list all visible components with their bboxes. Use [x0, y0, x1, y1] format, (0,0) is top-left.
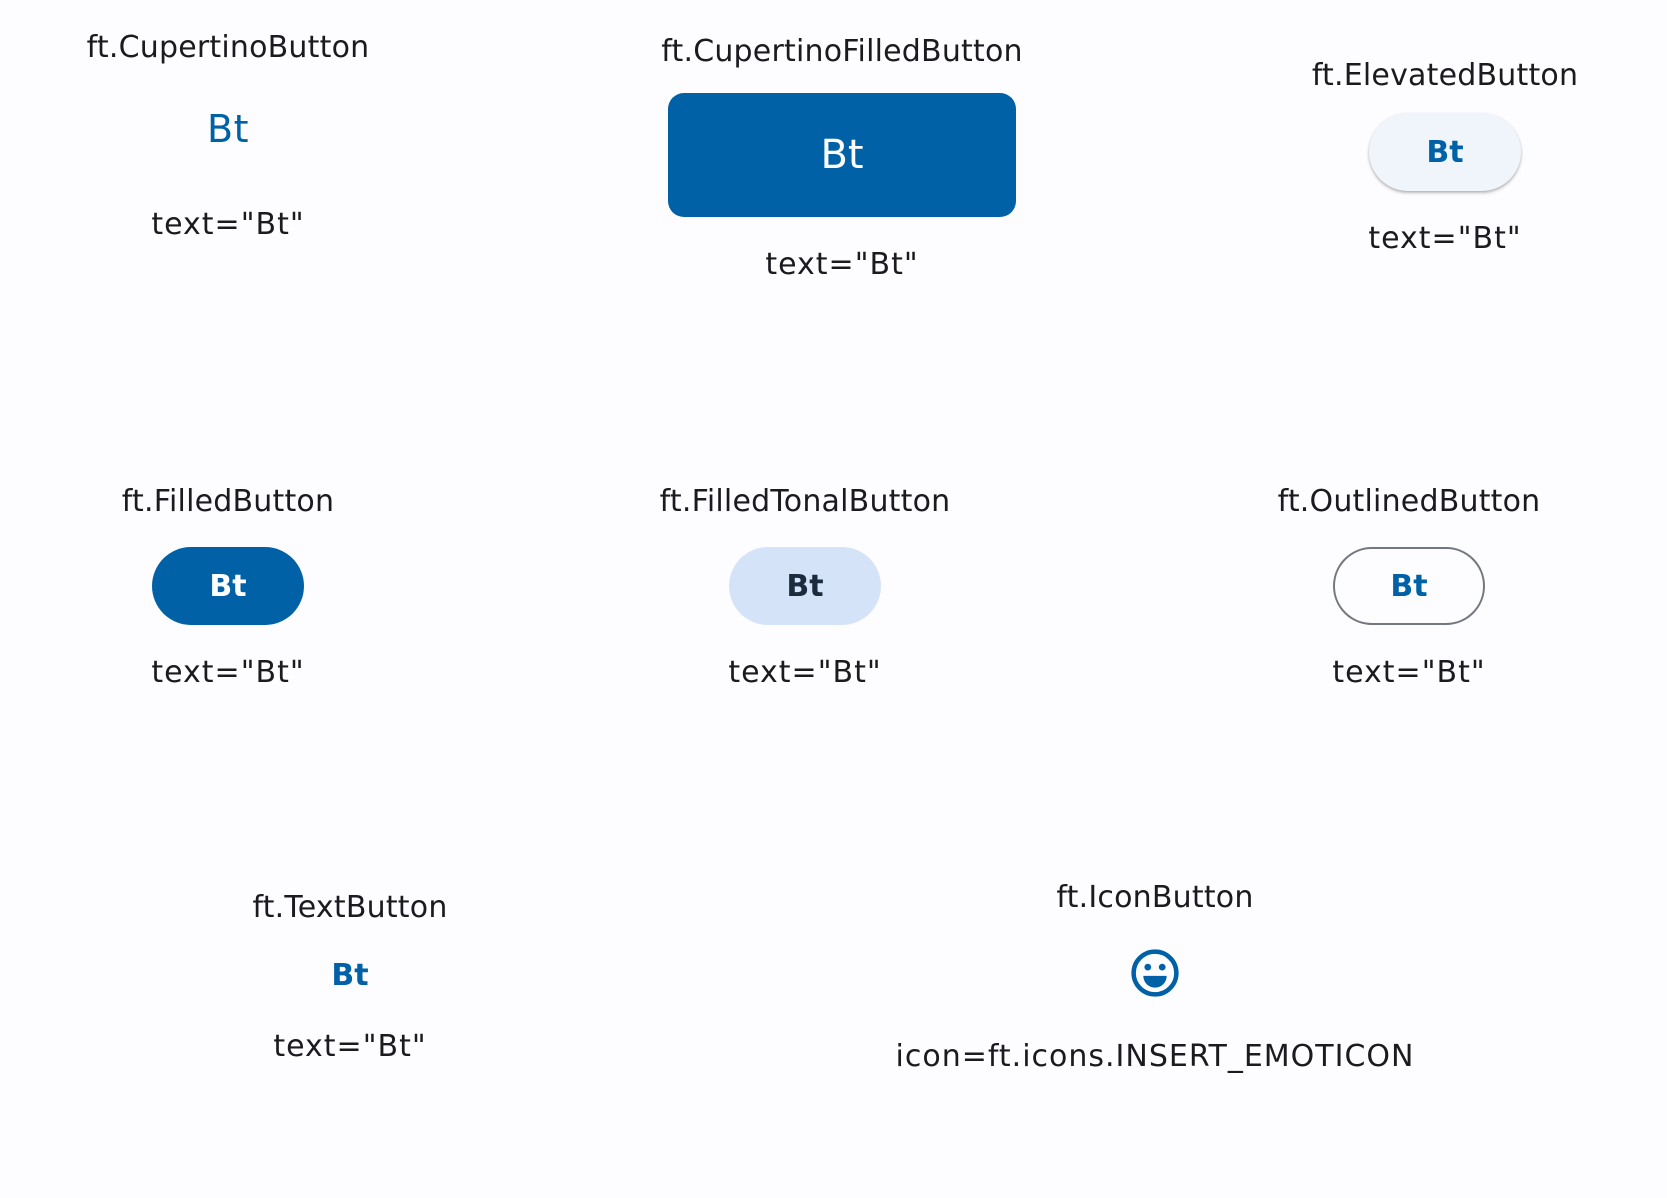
elevated-button-cell: ft.ElevatedButton Bt text="Bt" [1290, 58, 1600, 256]
filled-button-cell: ft.FilledButton Bt text="Bt" [84, 484, 372, 690]
icon-button-cell: ft.IconButton icon=ft.icons.INSERT_EMOTI… [860, 880, 1450, 1074]
text-button[interactable]: Bt [290, 943, 410, 1007]
elevated-button-title: ft.ElevatedButton [1311, 58, 1579, 93]
cupertino-button[interactable]: Bt [168, 99, 288, 159]
cupertino-button-title: ft.CupertinoButton [86, 30, 370, 65]
icon-button-caption: icon=ft.icons.INSERT_EMOTICON [895, 1039, 1415, 1074]
filled-tonal-button-label: Bt [786, 568, 824, 604]
filled-tonal-button[interactable]: Bt [729, 547, 881, 625]
filled-button[interactable]: Bt [152, 547, 304, 625]
text-button-label: Bt [331, 957, 369, 993]
cupertino-filled-button-label: Bt [820, 132, 864, 178]
cupertino-filled-button-caption: text="Bt" [765, 247, 919, 282]
cupertino-filled-button-cell: ft.CupertinoFilledButton Bt text="Bt" [600, 34, 1084, 282]
outlined-button-label: Bt [1390, 568, 1428, 604]
elevated-button[interactable]: Bt [1369, 113, 1521, 191]
text-button-cell: ft.TextButton Bt text="Bt" [222, 890, 478, 1064]
icon-button-title: ft.IconButton [1056, 880, 1254, 915]
insert-emoticon-icon [1131, 949, 1179, 997]
outlined-button-cell: ft.OutlinedButton Bt text="Bt" [1236, 484, 1582, 690]
text-button-caption: text="Bt" [273, 1029, 427, 1064]
icon-button[interactable] [1119, 937, 1191, 1009]
text-button-title: ft.TextButton [252, 890, 448, 925]
cupertino-button-label: Bt [207, 107, 249, 151]
cupertino-button-cell: ft.CupertinoButton Bt text="Bt" [64, 30, 392, 242]
outlined-button[interactable]: Bt [1333, 547, 1485, 625]
filled-button-title: ft.FilledButton [121, 484, 335, 519]
filled-tonal-button-title: ft.FilledTonalButton [659, 484, 951, 519]
elevated-button-caption: text="Bt" [1368, 221, 1522, 256]
cupertino-filled-button-title: ft.CupertinoFilledButton [661, 34, 1023, 69]
outlined-button-caption: text="Bt" [1332, 655, 1486, 690]
filled-tonal-button-caption: text="Bt" [728, 655, 882, 690]
outlined-button-title: ft.OutlinedButton [1277, 484, 1541, 519]
cupertino-filled-button[interactable]: Bt [668, 93, 1016, 217]
cupertino-button-caption: text="Bt" [151, 207, 305, 242]
filled-button-label: Bt [209, 568, 247, 604]
elevated-button-label: Bt [1426, 134, 1464, 170]
filled-button-caption: text="Bt" [151, 655, 305, 690]
button-gallery: ft.CupertinoButton Bt text="Bt" ft.Cuper… [0, 0, 1667, 1198]
filled-tonal-button-cell: ft.FilledTonalButton Bt text="Bt" [620, 484, 990, 690]
